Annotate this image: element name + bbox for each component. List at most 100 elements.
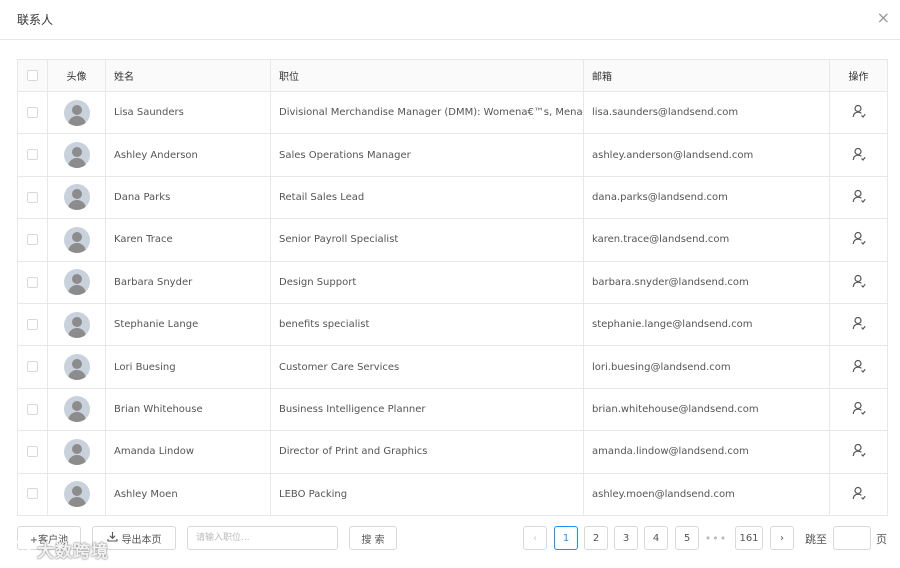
row-checkbox[interactable] <box>27 403 38 415</box>
user-icon[interactable] <box>852 443 866 460</box>
contact-position: Director of Print and Graphics <box>270 430 584 474</box>
row-checkbox[interactable] <box>27 446 38 458</box>
action-cell <box>829 133 888 177</box>
table-row: Dana Parks Retail Sales Lead dana.parks@… <box>17 175 888 220</box>
dialog-header: 联系人 × <box>0 0 900 40</box>
select-all-cell <box>17 59 48 92</box>
user-icon[interactable] <box>852 189 866 206</box>
contact-name: Stephanie Lange <box>105 302 271 347</box>
avatar-cell <box>47 133 106 177</box>
action-cell <box>829 345 888 389</box>
contacts-table: 头像 姓名 职位 邮箱 操作 Lisa Saunders Divisional … <box>17 59 888 516</box>
contact-email: ashley.anderson@landsend.com <box>583 133 830 177</box>
avatar-cell <box>47 430 106 474</box>
user-icon[interactable] <box>852 401 866 418</box>
contact-email: ashley.moen@landsend.com <box>583 472 830 516</box>
avatar-cell <box>47 218 106 262</box>
column-header-avatar: 头像 <box>47 59 106 92</box>
table-row: Lisa Saunders Divisional Merchandise Man… <box>17 90 888 135</box>
default-avatar-icon <box>63 481 90 508</box>
action-cell <box>829 387 888 432</box>
contact-email: amanda.lindow@landsend.com <box>583 430 830 474</box>
row-checkbox[interactable] <box>27 234 38 246</box>
row-check-cell <box>17 133 48 177</box>
contact-email: karen.trace@landsend.com <box>583 218 830 262</box>
page-3-button[interactable]: 3 <box>614 526 638 550</box>
table-header-row: 头像 姓名 职位 邮箱 操作 <box>17 59 888 92</box>
contact-name: Lisa Saunders <box>105 90 271 135</box>
row-checkbox[interactable] <box>27 149 38 161</box>
contact-email: lori.buesing@landsend.com <box>583 345 830 389</box>
contact-name: Ashley Anderson <box>105 133 271 177</box>
user-icon[interactable] <box>852 231 866 248</box>
user-icon[interactable] <box>852 486 866 503</box>
row-check-cell <box>17 345 48 389</box>
prev-page-button[interactable]: ‹ <box>523 526 547 550</box>
default-avatar-icon <box>63 184 90 211</box>
row-check-cell <box>17 472 48 516</box>
export-page-button[interactable]: 导出本页 <box>92 526 176 550</box>
row-check-cell <box>17 218 48 262</box>
user-icon[interactable] <box>852 147 866 164</box>
contact-position: Business Intelligence Planner <box>270 387 584 432</box>
contact-name: Amanda Lindow <box>105 430 271 474</box>
avatar-cell <box>47 260 106 304</box>
row-checkbox[interactable] <box>27 191 38 203</box>
row-checkbox[interactable] <box>27 276 38 288</box>
action-cell <box>829 430 888 474</box>
row-checkbox[interactable] <box>27 361 38 373</box>
user-icon[interactable] <box>852 316 866 333</box>
avatar-cell <box>47 302 106 347</box>
contact-name: Ashley Moen <box>105 472 271 516</box>
contact-email: lisa.saunders@landsend.com <box>583 90 830 135</box>
column-header-action: 操作 <box>829 59 888 92</box>
page-5-button[interactable]: 5 <box>675 526 699 550</box>
default-avatar-icon <box>63 311 90 338</box>
user-icon[interactable] <box>852 104 866 121</box>
avatar-cell <box>47 175 106 220</box>
table-row: Amanda Lindow Director of Print and Grap… <box>17 430 888 474</box>
contact-name: Karen Trace <box>105 218 271 262</box>
default-avatar-icon <box>63 269 90 296</box>
action-cell <box>829 175 888 220</box>
contact-position: Customer Care Services <box>270 345 584 389</box>
contact-position: Design Support <box>270 260 584 304</box>
dialog-title: 联系人 <box>17 13 54 27</box>
contact-name: Dana Parks <box>105 175 271 220</box>
user-icon[interactable] <box>852 274 866 291</box>
select-all-checkbox[interactable] <box>27 69 38 81</box>
add-to-customer-pool-button[interactable]: +客户池 <box>17 526 81 550</box>
table-row: Stephanie Lange benefits specialist step… <box>17 302 888 347</box>
action-cell <box>829 90 888 135</box>
page-4-button[interactable]: 4 <box>644 526 668 550</box>
search-button[interactable]: 搜 索 <box>349 526 397 550</box>
column-header-position: 职位 <box>270 59 584 92</box>
column-header-name: 姓名 <box>105 59 271 92</box>
default-avatar-icon <box>63 99 90 126</box>
next-page-button[interactable]: › <box>770 526 794 550</box>
avatar-cell <box>47 90 106 135</box>
default-avatar-icon <box>63 438 90 465</box>
row-checkbox[interactable] <box>27 318 38 330</box>
close-icon[interactable]: × <box>877 10 890 26</box>
pagination-ellipsis[interactable]: ••• <box>705 526 726 550</box>
row-checkbox[interactable] <box>27 106 38 118</box>
contact-email: barbara.snyder@landsend.com <box>583 260 830 304</box>
jump-page-input[interactable] <box>833 526 871 550</box>
table-row: Karen Trace Senior Payroll Specialist ka… <box>17 218 888 262</box>
contact-position: Senior Payroll Specialist <box>270 218 584 262</box>
table-body: Lisa Saunders Divisional Merchandise Man… <box>17 90 888 516</box>
last-page-button[interactable]: 161 <box>735 526 763 550</box>
page-1-button[interactable]: 1 <box>554 526 578 550</box>
contact-email: brian.whitehouse@landsend.com <box>583 387 830 432</box>
contact-position: Sales Operations Manager <box>270 133 584 177</box>
position-search-input[interactable] <box>187 526 338 550</box>
default-avatar-icon <box>63 226 90 253</box>
table-row: Barbara Snyder Design Support barbara.sn… <box>17 260 888 304</box>
row-checkbox[interactable] <box>27 488 38 500</box>
row-check-cell <box>17 302 48 347</box>
contact-name: Barbara Snyder <box>105 260 271 304</box>
table-row: Brian Whitehouse Business Intelligence P… <box>17 387 888 432</box>
user-icon[interactable] <box>852 359 866 376</box>
page-2-button[interactable]: 2 <box>584 526 608 550</box>
